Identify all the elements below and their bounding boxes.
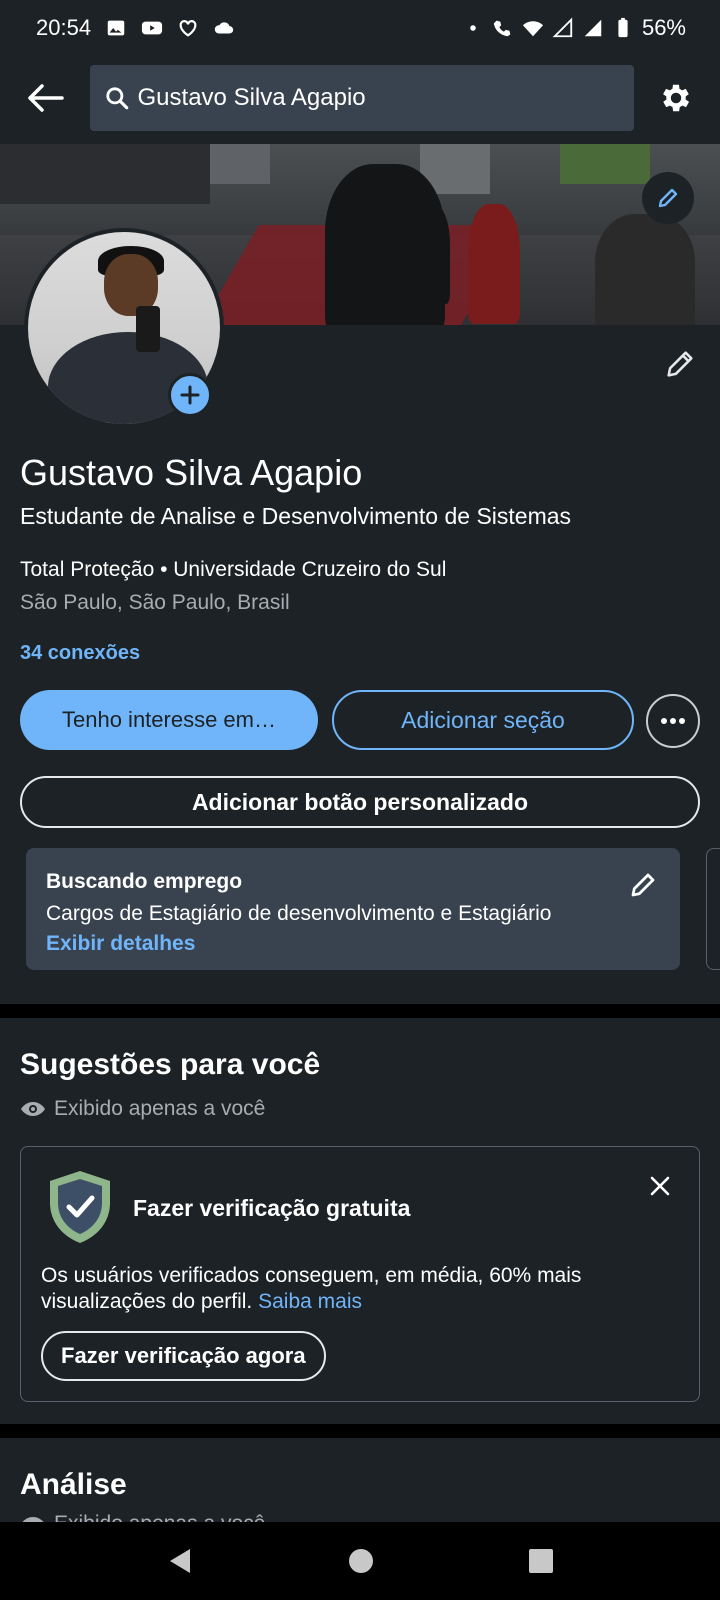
verify-now-button[interactable]: Fazer verificação agora	[41, 1331, 326, 1381]
add-section-button[interactable]: Adicionar seção	[332, 690, 634, 750]
connections-link[interactable]: 34 conexões	[20, 642, 140, 665]
section-divider	[0, 1004, 720, 1018]
more-button[interactable]	[646, 694, 700, 748]
profile-name: Gustavo Silva Agapio	[20, 452, 363, 493]
signal-icon	[582, 17, 604, 39]
volte-call-icon	[492, 17, 514, 39]
verified-shield-icon	[50, 1171, 110, 1243]
analytics-title: Análise	[20, 1468, 127, 1501]
add-custom-button[interactable]: Adicionar botão personalizado	[20, 776, 700, 828]
add-section-button-label: Adicionar seção	[401, 706, 565, 733]
battery-icon	[612, 17, 634, 39]
open-to-work-card[interactable]: Buscando emprego Cargos de Estagiário de…	[26, 848, 680, 970]
open-to-button[interactable]: Tenho interesse em…	[20, 690, 318, 750]
pencil-icon[interactable]	[628, 870, 658, 900]
add-custom-button-label: Adicionar botão personalizado	[191, 788, 529, 815]
learn-more-link[interactable]: Saiba mais	[258, 1290, 362, 1313]
profile-headline: Estudante de Analise e Desenvolvimento d…	[20, 503, 572, 529]
dismiss-button[interactable]	[645, 1171, 675, 1201]
add-photo-button[interactable]	[168, 373, 212, 417]
search-value: Gustavo Silva Agapio	[137, 84, 366, 111]
search-input[interactable]: Gustavo Silva Agapio	[89, 65, 635, 131]
profile-location: São Paulo, São Paulo, Brasil	[20, 591, 290, 614]
open-to-button-label: Tenho interesse em…	[62, 707, 276, 732]
open-to-work-title: Buscando emprego	[46, 870, 243, 893]
verify-now-button-label: Fazer verificação agora	[61, 1343, 306, 1368]
plus-icon	[180, 385, 200, 405]
next-card-peek[interactable]	[706, 848, 720, 970]
status-bar: 20:54 56%	[0, 0, 720, 56]
cloud-icon	[213, 17, 235, 39]
wifi-icon	[522, 17, 544, 39]
top-bar: Gustavo Silva Agapio	[0, 56, 720, 140]
search-icon	[105, 87, 128, 110]
gallery-icon	[105, 17, 127, 39]
verification-card: Fazer verificação gratuita Os usuários v…	[20, 1146, 700, 1402]
settings-button[interactable]	[652, 74, 700, 122]
suggestions-title: Sugestões para você	[20, 1048, 321, 1081]
back-button[interactable]	[20, 73, 70, 123]
signal-outline-icon	[552, 17, 574, 39]
close-icon	[650, 1176, 670, 1196]
notification-dot-icon	[462, 17, 484, 39]
pencil-icon	[658, 188, 678, 208]
battery-percent: 56%	[641, 15, 686, 40]
edit-profile-button[interactable]	[660, 344, 700, 384]
open-to-work-roles: Cargos de Estagiário de desenvolvimento …	[46, 902, 552, 925]
nav-recents-icon[interactable]	[528, 1548, 554, 1574]
show-details-link[interactable]: Exibir detalhes	[46, 932, 660, 956]
heart-pulse-icon	[177, 17, 199, 39]
eye-icon	[21, 1102, 45, 1116]
edit-cover-button[interactable]	[642, 172, 694, 224]
suggestions-visibility: Exibido apenas a você	[20, 1097, 265, 1121]
system-nav-bar	[0, 1522, 720, 1600]
arrow-left-icon	[28, 84, 64, 112]
gear-icon	[663, 84, 690, 112]
profile-company-school[interactable]: Total Proteção • Universidade Cruzeiro d…	[20, 558, 446, 582]
status-time: 20:54	[36, 15, 92, 40]
suggestions-visibility-label: Exibido apenas a você	[54, 1097, 266, 1120]
section-divider	[0, 1424, 720, 1438]
nav-home-icon[interactable]	[347, 1547, 375, 1575]
youtube-icon	[141, 17, 163, 39]
pencil-icon	[667, 351, 693, 377]
verification-title: Fazer verificação gratuita	[133, 1195, 411, 1221]
nav-back-icon[interactable]	[166, 1546, 194, 1576]
verification-text: Os usuários verificados conseguem, em mé…	[41, 1263, 681, 1315]
more-dots-icon	[661, 718, 685, 724]
